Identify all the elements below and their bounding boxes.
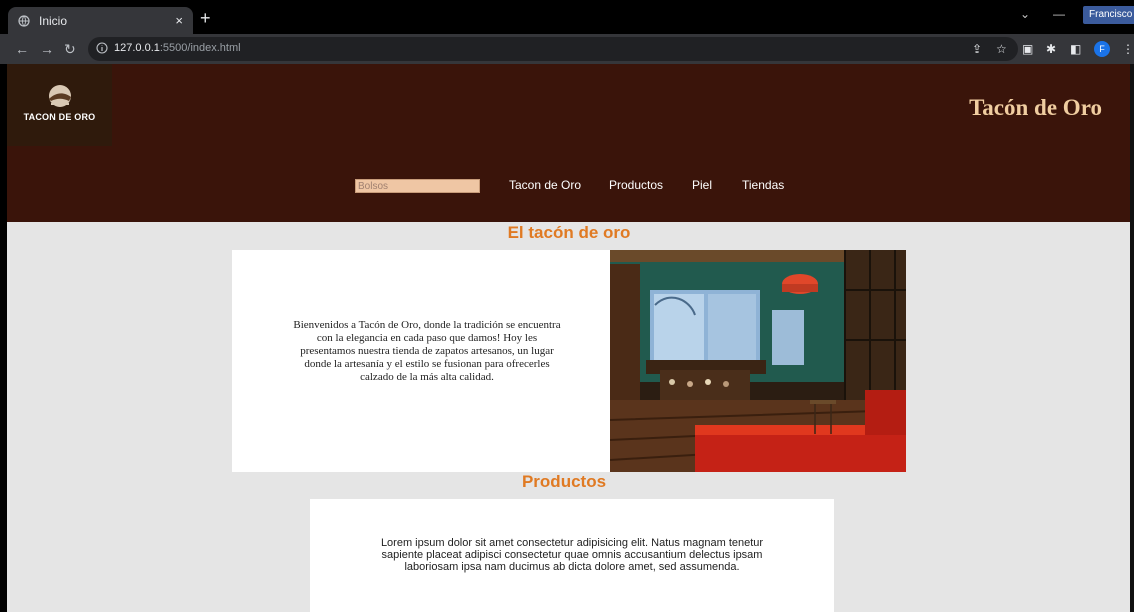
shoe-logo-icon bbox=[49, 85, 71, 107]
browser-tab[interactable]: Inicio × bbox=[8, 7, 193, 34]
store-interior-photo bbox=[610, 250, 906, 472]
url-text: 127.0.0.1:5500/index.html bbox=[114, 42, 241, 54]
media-icon[interactable]: ▣ bbox=[1022, 42, 1033, 56]
globe-icon bbox=[18, 14, 30, 27]
products-section-title: Productos bbox=[521, 472, 607, 491]
browser-toolbar: ← → ↻ 127.0.0.1:5500/index.html ⇪ ☆ ▣ ✱ … bbox=[0, 34, 1134, 64]
search-input[interactable] bbox=[355, 179, 480, 193]
nav-link-tacon-de-oro[interactable]: Tacon de Oro bbox=[509, 178, 581, 192]
logo[interactable]: TACON DE ORO bbox=[7, 64, 112, 146]
site-title: Tacón de Oro bbox=[969, 95, 1102, 120]
extensions-puzzle-icon[interactable]: ✱ bbox=[1046, 42, 1056, 56]
nav-link-productos[interactable]: Productos bbox=[609, 178, 663, 192]
share-icon[interactable]: ⇪ bbox=[972, 42, 982, 56]
logo-text: TACON DE ORO bbox=[23, 112, 96, 122]
intro-paragraph: Bienvenidos a Tacón de Oro, donde la tra… bbox=[293, 319, 561, 383]
tab-title: Inicio bbox=[39, 13, 68, 28]
page-viewport: TACON DE ORO Tacón de Oro Tacon de Oro P… bbox=[7, 64, 1130, 612]
products-paragraph: Lorem ipsum dolor sit amet consectetur a… bbox=[380, 537, 764, 573]
intro-card: Bienvenidos a Tacón de Oro, donde la tra… bbox=[232, 250, 611, 472]
profile-avatar[interactable]: F bbox=[1094, 41, 1110, 57]
menu-kebab-icon[interactable]: ⋮ bbox=[1122, 42, 1134, 56]
new-tab-icon[interactable]: + bbox=[200, 8, 211, 28]
url-host: 127.0.0.1 bbox=[114, 42, 160, 54]
url-path: :5500/index.html bbox=[159, 42, 241, 54]
tab-close-icon[interactable]: × bbox=[175, 13, 183, 28]
reload-icon[interactable]: ↻ bbox=[64, 40, 76, 58]
side-panel-icon[interactable]: ◧ bbox=[1070, 42, 1081, 56]
products-card: Lorem ipsum dolor sit amet consectetur a… bbox=[310, 499, 834, 612]
forward-arrow-icon[interactable]: → bbox=[40, 40, 54, 58]
bookmark-star-icon[interactable]: ☆ bbox=[996, 42, 1007, 56]
info-icon bbox=[96, 42, 108, 54]
tab-search-chevron-icon[interactable]: ⌄ bbox=[1020, 7, 1030, 21]
minimize-icon[interactable]: — bbox=[1053, 7, 1065, 21]
profile-name-badge[interactable]: Francisco bbox=[1083, 6, 1134, 24]
back-arrow-icon[interactable]: ← bbox=[15, 40, 29, 58]
nav-link-tiendas[interactable]: Tiendas bbox=[742, 178, 784, 192]
intro-section-title: El tacón de oro bbox=[507, 223, 631, 242]
nav-link-piel[interactable]: Piel bbox=[692, 178, 712, 192]
site-header: TACON DE ORO Tacón de Oro Tacon de Oro P… bbox=[7, 64, 1130, 222]
page-scrollbar[interactable] bbox=[1130, 64, 1134, 612]
address-bar[interactable]: 127.0.0.1:5500/index.html bbox=[88, 37, 1018, 61]
browser-tab-bar: Inicio × + ⌄ — Francisco bbox=[0, 0, 1134, 34]
